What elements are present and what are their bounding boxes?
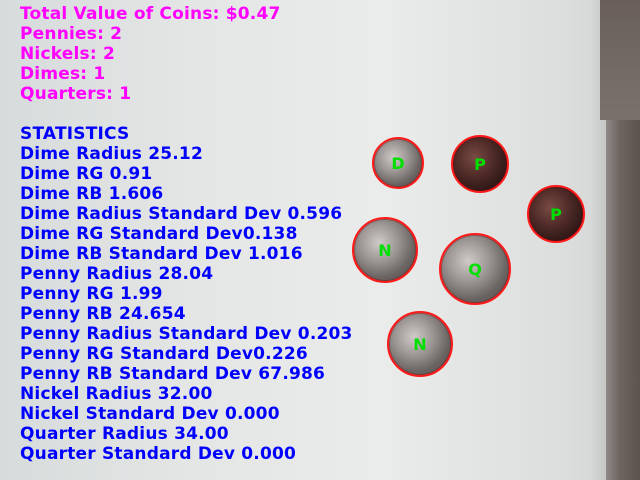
- coin-penny: P: [451, 135, 509, 193]
- quarters-count: Quarters: 1: [20, 84, 132, 104]
- stat-line: Nickel Radius 32.00: [20, 384, 213, 404]
- coin-nickel: N: [387, 311, 453, 377]
- coin-label: D: [391, 153, 405, 173]
- camera-frame: Total Value of Coins: $0.47 Pennies: 2 N…: [0, 0, 640, 480]
- stat-line: Dime Radius Standard Dev 0.596: [20, 204, 343, 224]
- nickels-count: Nickels: 2: [20, 44, 116, 64]
- stat-line: Penny RB Standard Dev 67.986: [20, 364, 326, 384]
- total-value-text: Total Value of Coins: $0.47: [20, 4, 281, 24]
- stat-line: Dime RB Standard Dev 1.016: [20, 244, 303, 264]
- coin-label: P: [474, 154, 486, 174]
- stat-line: Dime RG 0.91: [20, 164, 153, 184]
- dimes-count: Dimes: 1: [20, 64, 106, 84]
- stat-line: Quarter Standard Dev 0.000: [20, 444, 297, 464]
- stat-line: Penny Radius 28.04: [20, 264, 214, 284]
- coin-label: P: [550, 204, 562, 224]
- coin-penny: P: [527, 185, 585, 243]
- stat-line: Penny RG Standard Dev0.226: [20, 344, 308, 364]
- table-edge-top: [600, 0, 640, 120]
- coin-nickel: N: [352, 217, 418, 283]
- coin-label: Q: [468, 259, 482, 279]
- stat-line: Dime RG Standard Dev0.138: [20, 224, 298, 244]
- stat-line: Quarter Radius 34.00: [20, 424, 229, 444]
- coin-label: N: [378, 240, 392, 260]
- coin-label: N: [413, 334, 427, 354]
- coin-dime: D: [372, 137, 424, 189]
- stat-line: Penny RG 1.99: [20, 284, 163, 304]
- pennies-count: Pennies: 2: [20, 24, 123, 44]
- stat-line: Dime RB 1.606: [20, 184, 164, 204]
- stat-line: Penny RB 24.654: [20, 304, 186, 324]
- stat-line: Nickel Standard Dev 0.000: [20, 404, 280, 424]
- coin-quarter: Q: [439, 233, 511, 305]
- stat-line: Penny Radius Standard Dev 0.203: [20, 324, 353, 344]
- statistics-heading: STATISTICS: [20, 124, 130, 144]
- stat-line: Dime Radius 25.12: [20, 144, 203, 164]
